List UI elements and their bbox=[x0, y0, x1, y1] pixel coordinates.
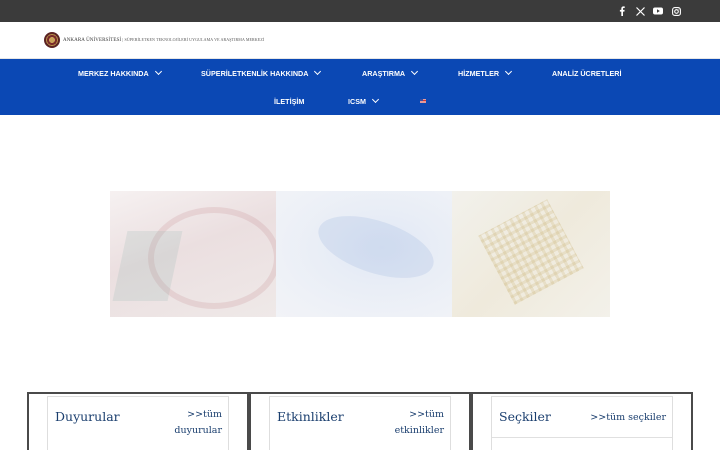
nav-label: HİZMETLER bbox=[458, 68, 500, 78]
logo-university-name: ANKARA ÜNİVERSİTESİ bbox=[63, 38, 122, 43]
nav-label: SÜPERİLETKENLİK HAKKINDA bbox=[201, 68, 309, 78]
x-icon[interactable] bbox=[633, 0, 647, 22]
link-line: >>tüm bbox=[187, 409, 222, 420]
nav-label: ICSM bbox=[348, 96, 366, 106]
hero-banner bbox=[110, 191, 610, 317]
panel-title: Seçkiler bbox=[499, 409, 551, 424]
link-line: >>tüm bbox=[409, 409, 444, 420]
panel-inner: Etkinlikler >>tüm etkinlikler bbox=[269, 396, 451, 450]
site-header: ANKARA ÜNİVERSİTESİ | SÜPERİLETKEN TEKNO… bbox=[0, 22, 720, 59]
link-line: duyurular bbox=[174, 425, 222, 436]
youtube-icon[interactable] bbox=[651, 0, 665, 22]
instagram-icon[interactable] bbox=[669, 0, 683, 22]
panel-inner: Seçkiler >>tüm seçkiler bbox=[491, 396, 673, 450]
chevron-down-icon bbox=[371, 95, 380, 104]
nav-label: MERKEZ HAKKINDA bbox=[78, 68, 149, 78]
site-logo-text[interactable]: ANKARA ÜNİVERSİTESİ | SÜPERİLETKEN TEKNO… bbox=[63, 37, 264, 43]
hero-image-levitation bbox=[276, 191, 452, 317]
hero-image-chip bbox=[452, 191, 610, 317]
main-navigation: MERKEZ HAKKINDA SÜPERİLETKENLİK HAKKINDA… bbox=[0, 59, 720, 115]
chevron-down-icon bbox=[154, 67, 162, 76]
top-bar bbox=[0, 0, 720, 22]
all-highlights-link[interactable]: >>tüm seçkiler bbox=[590, 410, 666, 426]
nav-item-icsm[interactable]: ICSM bbox=[348, 94, 380, 108]
chevron-down-icon bbox=[314, 67, 322, 76]
highlights-panel: Seçkiler >>tüm seçkiler bbox=[471, 392, 693, 450]
all-announcements-link[interactable]: >>tüm duyurular bbox=[174, 407, 222, 439]
university-seal-logo[interactable] bbox=[44, 32, 60, 48]
all-events-link[interactable]: >>tüm etkinlikler bbox=[395, 407, 444, 439]
logo-center-name: | SÜPERİLETKEN TEKNOLOJİLERİ UYGULAMA VE… bbox=[122, 37, 265, 42]
nav-item-arastirma[interactable]: ARAŞTIRMA bbox=[362, 66, 419, 80]
hero-image-magnetic-field bbox=[110, 191, 280, 317]
nav-label: ARAŞTIRMA bbox=[362, 68, 406, 78]
panel-divider bbox=[492, 437, 672, 438]
panel-title: Etkinlikler bbox=[277, 409, 344, 424]
language-flag-icon[interactable] bbox=[420, 99, 426, 103]
link-line: etkinlikler bbox=[394, 425, 444, 436]
nav-label: İLETİŞİM bbox=[274, 96, 305, 106]
facebook-icon[interactable] bbox=[615, 0, 629, 22]
nav-item-merkez-hakkinda[interactable]: MERKEZ HAKKINDA bbox=[78, 66, 162, 80]
link-line: >>tüm seçkiler bbox=[590, 412, 666, 423]
nav-item-hizmetler[interactable]: HİZMETLER bbox=[458, 66, 513, 80]
chevron-down-icon bbox=[411, 67, 419, 76]
announcements-panel: Duyurular >>tüm duyurular bbox=[27, 392, 249, 450]
panel-title: Duyurular bbox=[55, 409, 120, 424]
panel-inner: Duyurular >>tüm duyurular bbox=[47, 396, 229, 450]
chevron-down-icon bbox=[505, 67, 513, 76]
nav-item-analiz-ucretleri[interactable]: ANALİZ ÜCRETLERİ bbox=[552, 66, 621, 80]
nav-item-superiletkenlik-hakkinda[interactable]: SÜPERİLETKENLİK HAKKINDA bbox=[201, 66, 322, 80]
nav-label: ANALİZ ÜCRETLERİ bbox=[552, 68, 622, 78]
events-panel: Etkinlikler >>tüm etkinlikler bbox=[249, 392, 471, 450]
nav-item-iletisim[interactable]: İLETİŞİM bbox=[274, 94, 304, 108]
